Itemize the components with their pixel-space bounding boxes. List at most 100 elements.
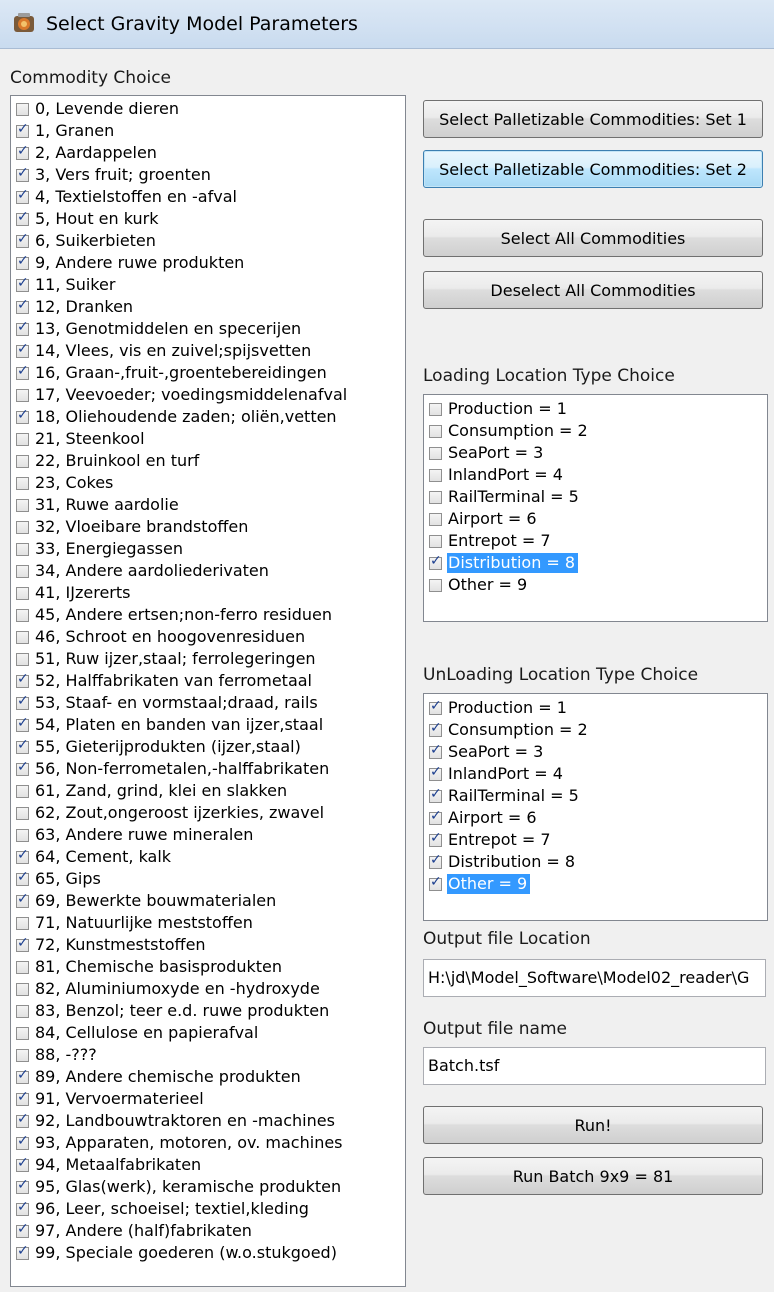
commodity-checkbox[interactable] — [16, 715, 29, 732]
output-name-field[interactable]: Batch.tsf — [423, 1047, 766, 1085]
commodity-item[interactable]: 88, -??? — [11, 1044, 100, 1066]
unloading-type-item[interactable]: Other = 9 — [424, 873, 531, 895]
commodity-item[interactable]: 71, Natuurlijke meststoffen — [11, 912, 256, 934]
commodity-checkbox[interactable] — [16, 121, 29, 138]
commodity-item[interactable]: 1, Granen — [11, 120, 117, 142]
commodity-item[interactable]: 81, Chemische basisprodukten — [11, 956, 285, 978]
commodity-item[interactable]: 17, Veevoeder; voedingsmiddelenafval — [11, 384, 350, 406]
commodity-item[interactable]: 53, Staaf- en vormstaal;draad, rails — [11, 692, 321, 714]
commodity-checkbox[interactable] — [16, 143, 29, 160]
commodity-item[interactable]: 99, Speciale goederen (w.o.stukgoed) — [11, 1242, 340, 1264]
commodity-checkbox[interactable] — [16, 608, 29, 622]
commodity-checkbox[interactable] — [16, 1067, 29, 1084]
commodity-checkbox[interactable] — [16, 784, 29, 798]
loading-type-checkbox[interactable] — [429, 468, 442, 482]
commodity-item[interactable]: 62, Zout,ongeroost ijzerkies, zwavel — [11, 802, 327, 824]
unloading-type-checkbox[interactable] — [429, 874, 442, 891]
loading-type-item[interactable]: SeaPort = 3 — [424, 442, 546, 464]
commodity-item[interactable]: 23, Cokes — [11, 472, 116, 494]
commodity-checkbox[interactable] — [16, 319, 29, 336]
commodity-checkbox[interactable] — [16, 737, 29, 754]
commodity-item[interactable]: 22, Bruinkool en turf — [11, 450, 202, 472]
commodity-item[interactable]: 0, Levende dieren — [11, 98, 182, 120]
commodity-item[interactable]: 56, Non-ferrometalen,-halffabrikaten — [11, 758, 332, 780]
commodity-item[interactable]: 4, Textielstoffen en -afval — [11, 186, 240, 208]
unloading-type-checkbox[interactable] — [429, 830, 442, 847]
unloading-type-checkbox[interactable] — [429, 720, 442, 737]
commodity-item[interactable]: 34, Andere aardoliederivaten — [11, 560, 272, 582]
commodity-item[interactable]: 14, Vlees, vis en zuivel;spijsvetten — [11, 340, 314, 362]
unloading-type-item[interactable]: SeaPort = 3 — [424, 741, 546, 763]
loading-type-item[interactable]: InlandPort = 4 — [424, 464, 566, 486]
loading-type-item[interactable]: Airport = 6 — [424, 508, 540, 530]
commodity-item[interactable]: 72, Kunstmeststoffen — [11, 934, 209, 956]
commodity-checkbox[interactable] — [16, 520, 29, 534]
commodity-item[interactable]: 93, Apparaten, motoren, ov. machines — [11, 1132, 346, 1154]
deselect-all-button[interactable]: Deselect All Commodities — [423, 271, 763, 309]
unloading-type-checkbox[interactable] — [429, 698, 442, 715]
commodity-item[interactable]: 45, Andere ertsen;non-ferro residuen — [11, 604, 335, 626]
unloading-type-checkbox[interactable] — [429, 786, 442, 803]
commodity-checkbox[interactable] — [16, 297, 29, 314]
commodity-item[interactable]: 94, Metaalfabrikaten — [11, 1154, 204, 1176]
commodity-checkbox[interactable] — [16, 253, 29, 270]
commodity-checkbox[interactable] — [16, 1243, 29, 1260]
commodity-item[interactable]: 83, Benzol; teer e.d. ruwe produkten — [11, 1000, 332, 1022]
commodity-checkbox[interactable] — [16, 231, 29, 248]
commodity-item[interactable]: 32, Vloeibare brandstoffen — [11, 516, 251, 538]
loading-type-item[interactable]: Production = 1 — [424, 398, 570, 420]
commodity-checkbox[interactable] — [16, 982, 29, 996]
commodity-checkbox[interactable] — [16, 476, 29, 490]
commodity-item[interactable]: 89, Andere chemische produkten — [11, 1066, 304, 1088]
commodity-checkbox[interactable] — [16, 916, 29, 930]
commodity-item[interactable]: 46, Schroot en hoogovenresiduen — [11, 626, 308, 648]
loading-type-checkbox[interactable] — [429, 512, 442, 526]
loading-type-item[interactable]: RailTerminal = 5 — [424, 486, 582, 508]
loading-type-item[interactable]: Entrepot = 7 — [424, 530, 554, 552]
commodity-checkbox[interactable] — [16, 542, 29, 556]
unloading-type-item[interactable]: Consumption = 2 — [424, 719, 591, 741]
unloading-type-item[interactable]: InlandPort = 4 — [424, 763, 566, 785]
commodity-checkbox[interactable] — [16, 407, 29, 424]
unloading-type-item[interactable]: Airport = 6 — [424, 807, 540, 829]
commodity-item[interactable]: 18, Oliehoudende zaden; oliën,vetten — [11, 406, 340, 428]
commodity-checkbox[interactable] — [16, 1199, 29, 1216]
unloading-type-item[interactable]: Production = 1 — [424, 697, 570, 719]
commodity-item[interactable]: 11, Suiker — [11, 274, 118, 296]
loading-type-checkbox[interactable] — [429, 424, 442, 438]
loading-type-list[interactable]: Production = 1 Consumption = 2 SeaPort = 3… — [423, 394, 768, 622]
unloading-type-checkbox[interactable] — [429, 808, 442, 825]
commodity-item[interactable]: 33, Energiegassen — [11, 538, 186, 560]
unloading-type-item[interactable]: RailTerminal = 5 — [424, 785, 582, 807]
commodity-checkbox[interactable] — [16, 671, 29, 688]
commodity-checkbox[interactable] — [16, 564, 29, 578]
commodity-item[interactable]: 12, Dranken — [11, 296, 136, 318]
commodity-checkbox[interactable] — [16, 341, 29, 358]
commodity-checkbox[interactable] — [16, 1111, 29, 1128]
commodity-checkbox[interactable] — [16, 806, 29, 820]
select-set1-button[interactable]: Select Palletizable Commodities: Set 1 — [423, 100, 763, 138]
commodity-item[interactable]: 9, Andere ruwe produkten — [11, 252, 247, 274]
commodity-item[interactable]: 13, Genotmiddelen en specerijen — [11, 318, 304, 340]
title-bar[interactable]: Select Gravity Model Parameters — [0, 0, 774, 49]
commodity-item[interactable]: 82, Aluminiumoxyde en -hydroxyde — [11, 978, 323, 1000]
commodity-checkbox[interactable] — [16, 1221, 29, 1238]
commodity-checkbox[interactable] — [16, 209, 29, 226]
commodity-checkbox[interactable] — [16, 363, 29, 380]
commodity-checkbox[interactable] — [16, 454, 29, 468]
commodity-item[interactable]: 3, Vers fruit; groenten — [11, 164, 214, 186]
commodity-checkbox[interactable] — [16, 759, 29, 776]
commodity-checkbox[interactable] — [16, 432, 29, 446]
commodity-item[interactable]: 61, Zand, grind, klei en slakken — [11, 780, 290, 802]
commodity-list[interactable]: 0, Levende dieren 1, Granen 2, Aardappelen… — [10, 95, 406, 1287]
commodity-checkbox[interactable] — [16, 165, 29, 182]
loading-type-checkbox[interactable] — [429, 553, 442, 570]
run-batch-button[interactable]: Run Batch 9x9 = 81 — [423, 1157, 763, 1195]
loading-type-item[interactable]: Consumption = 2 — [424, 420, 591, 442]
loading-type-checkbox[interactable] — [429, 402, 442, 416]
commodity-checkbox[interactable] — [16, 693, 29, 710]
commodity-checkbox[interactable] — [16, 102, 29, 116]
commodity-checkbox[interactable] — [16, 935, 29, 952]
commodity-checkbox[interactable] — [16, 960, 29, 974]
loading-type-item[interactable]: Other = 9 — [424, 574, 530, 596]
